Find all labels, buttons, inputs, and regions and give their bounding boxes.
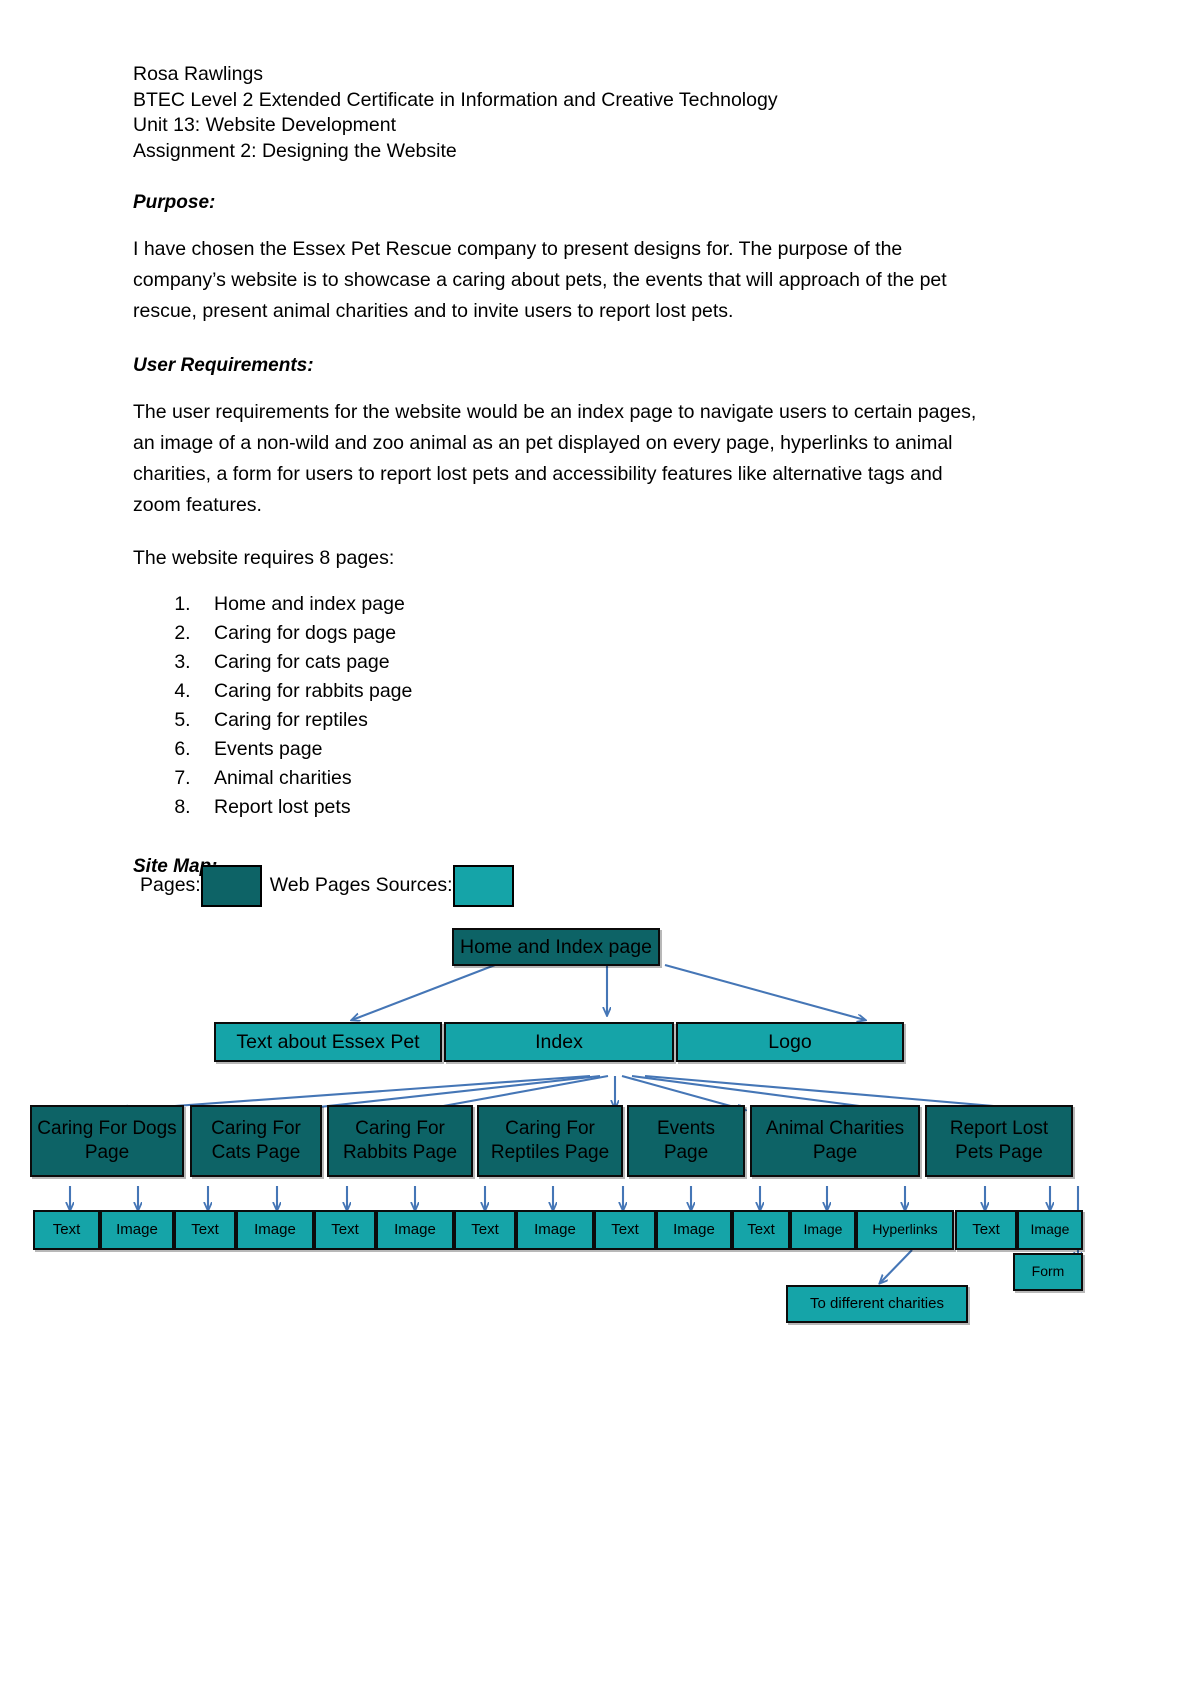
node-label: Text about Essex Pet <box>236 1030 420 1053</box>
node-leaf-image[interactable]: Image <box>236 1210 314 1250</box>
node-events-page[interactable]: Events Page <box>627 1105 745 1177</box>
node-caring-for-reptiles-page[interactable]: Caring For Reptiles Page <box>477 1105 623 1177</box>
node-label: Text <box>191 1220 219 1238</box>
site-map-legend: Pages: Web Pages Sources: <box>140 865 514 907</box>
node-leaf-text[interactable]: Text <box>454 1210 516 1250</box>
list-item: Caring for reptiles <box>196 706 978 735</box>
list-item: Caring for dogs page <box>196 619 978 648</box>
list-item: Caring for rabbits page <box>196 677 978 706</box>
node-label: Report Lost Pets Page <box>949 1118 1049 1163</box>
node-form[interactable]: Form <box>1013 1253 1083 1291</box>
node-label: Caring For Rabbits Page <box>342 1118 458 1163</box>
node-leaf-hyperlinks[interactable]: Hyperlinks <box>856 1210 954 1250</box>
legend-sources-label: Web Pages Sources: <box>269 874 453 897</box>
node-leaf-image[interactable]: Image <box>376 1210 454 1250</box>
node-index[interactable]: Index <box>444 1022 674 1062</box>
legend-pages-label: Pages: <box>140 874 201 897</box>
student-header: Rosa Rawlings BTEC Level 2 Extended Cert… <box>133 62 978 164</box>
node-home-and-index-page[interactable]: Home and Index page <box>452 928 660 966</box>
node-label: Image <box>534 1220 576 1238</box>
purpose-paragraph: I have chosen the Essex Pet Rescue compa… <box>133 238 947 322</box>
node-leaf-text[interactable]: Text <box>955 1210 1017 1250</box>
node-leaf-text[interactable]: Text <box>33 1210 100 1250</box>
student-name: Rosa Rawlings <box>133 63 264 85</box>
node-report-lost-pets-page[interactable]: Report Lost Pets Page <box>925 1105 1073 1177</box>
node-label: Form <box>1031 1263 1065 1280</box>
legend-sources-swatch <box>452 865 514 907</box>
course-title: BTEC Level 2 Extended Certificate in Inf… <box>133 88 778 111</box>
node-label: Text <box>331 1220 359 1238</box>
node-label: Image <box>1030 1221 1070 1238</box>
site-map-figure: Pages: Web Pages Sources: Home and Index… <box>0 855 1200 1325</box>
node-label: Events Page <box>656 1118 716 1163</box>
node-label: Caring For Dogs Page <box>37 1118 177 1163</box>
list-item: Events page <box>196 735 978 764</box>
node-label: Text <box>611 1220 639 1238</box>
node-label: Index <box>535 1030 583 1053</box>
node-text-about-essex-pet[interactable]: Text about Essex Pet <box>214 1022 442 1062</box>
node-label: Home and Index page <box>460 935 652 958</box>
site-map-diagram: Home and Index page Text about Essex Pet… <box>0 910 1200 1330</box>
node-label: Caring For Reptiles Page <box>490 1118 610 1163</box>
list-item: Home and index page <box>196 590 978 619</box>
node-animal-charities-page[interactable]: Animal Charities Page <box>750 1105 920 1177</box>
node-label: Logo <box>768 1030 812 1053</box>
purpose-heading: Purpose: <box>133 192 216 213</box>
node-leaf-image[interactable]: Image <box>790 1210 856 1250</box>
node-leaf-image[interactable]: Image <box>100 1210 174 1250</box>
user-requirements-heading: User Requirements: <box>133 355 314 376</box>
node-caring-for-dogs-page[interactable]: Caring For Dogs Page <box>30 1105 184 1177</box>
node-leaf-text[interactable]: Text <box>594 1210 656 1250</box>
node-label: Image <box>803 1221 843 1238</box>
node-label: Text <box>972 1220 1000 1238</box>
node-label: Image <box>673 1220 715 1238</box>
node-label: Text <box>52 1220 81 1238</box>
node-label: Hyperlinks <box>872 1221 938 1238</box>
unit-title: Unit 13: Website Development <box>133 114 397 136</box>
node-leaf-image[interactable]: Image <box>1017 1210 1083 1250</box>
node-label: Text <box>747 1220 775 1238</box>
node-leaf-text[interactable]: Text <box>732 1210 790 1250</box>
required-pages-list: Home and index page Caring for dogs page… <box>133 590 978 822</box>
legend-pages-swatch <box>200 865 262 907</box>
node-to-different-charities[interactable]: To different charities <box>786 1285 968 1323</box>
node-caring-for-cats-page[interactable]: Caring For Cats Page <box>190 1105 322 1177</box>
node-logo[interactable]: Logo <box>676 1022 904 1062</box>
node-leaf-text[interactable]: Text <box>174 1210 236 1250</box>
list-item: Animal charities <box>196 764 978 793</box>
pages-intro-paragraph: The website requires 8 pages: <box>133 547 395 569</box>
node-caring-for-rabbits-page[interactable]: Caring For Rabbits Page <box>327 1105 473 1177</box>
node-label: Image <box>394 1220 436 1238</box>
node-label: Image <box>116 1220 158 1238</box>
node-leaf-image[interactable]: Image <box>516 1210 594 1250</box>
list-item: Caring for cats page <box>196 648 978 677</box>
list-item: Report lost pets <box>196 793 978 822</box>
node-label: Image <box>254 1220 296 1238</box>
node-leaf-text[interactable]: Text <box>314 1210 376 1250</box>
node-label: Caring For Cats Page <box>211 1118 301 1163</box>
node-leaf-image[interactable]: Image <box>656 1210 732 1250</box>
assignment-title: Assignment 2: Designing the Website <box>133 139 457 162</box>
user-requirements-paragraph: The user requirements for the website wo… <box>133 401 977 516</box>
node-label: Text <box>471 1220 499 1238</box>
node-label: To different charities <box>810 1294 944 1312</box>
node-label: Animal Charities Page <box>765 1118 905 1163</box>
document-page: Rosa Rawlings BTEC Level 2 Extended Cert… <box>0 0 1200 1697</box>
document-body: Rosa Rawlings BTEC Level 2 Extended Cert… <box>133 62 978 878</box>
